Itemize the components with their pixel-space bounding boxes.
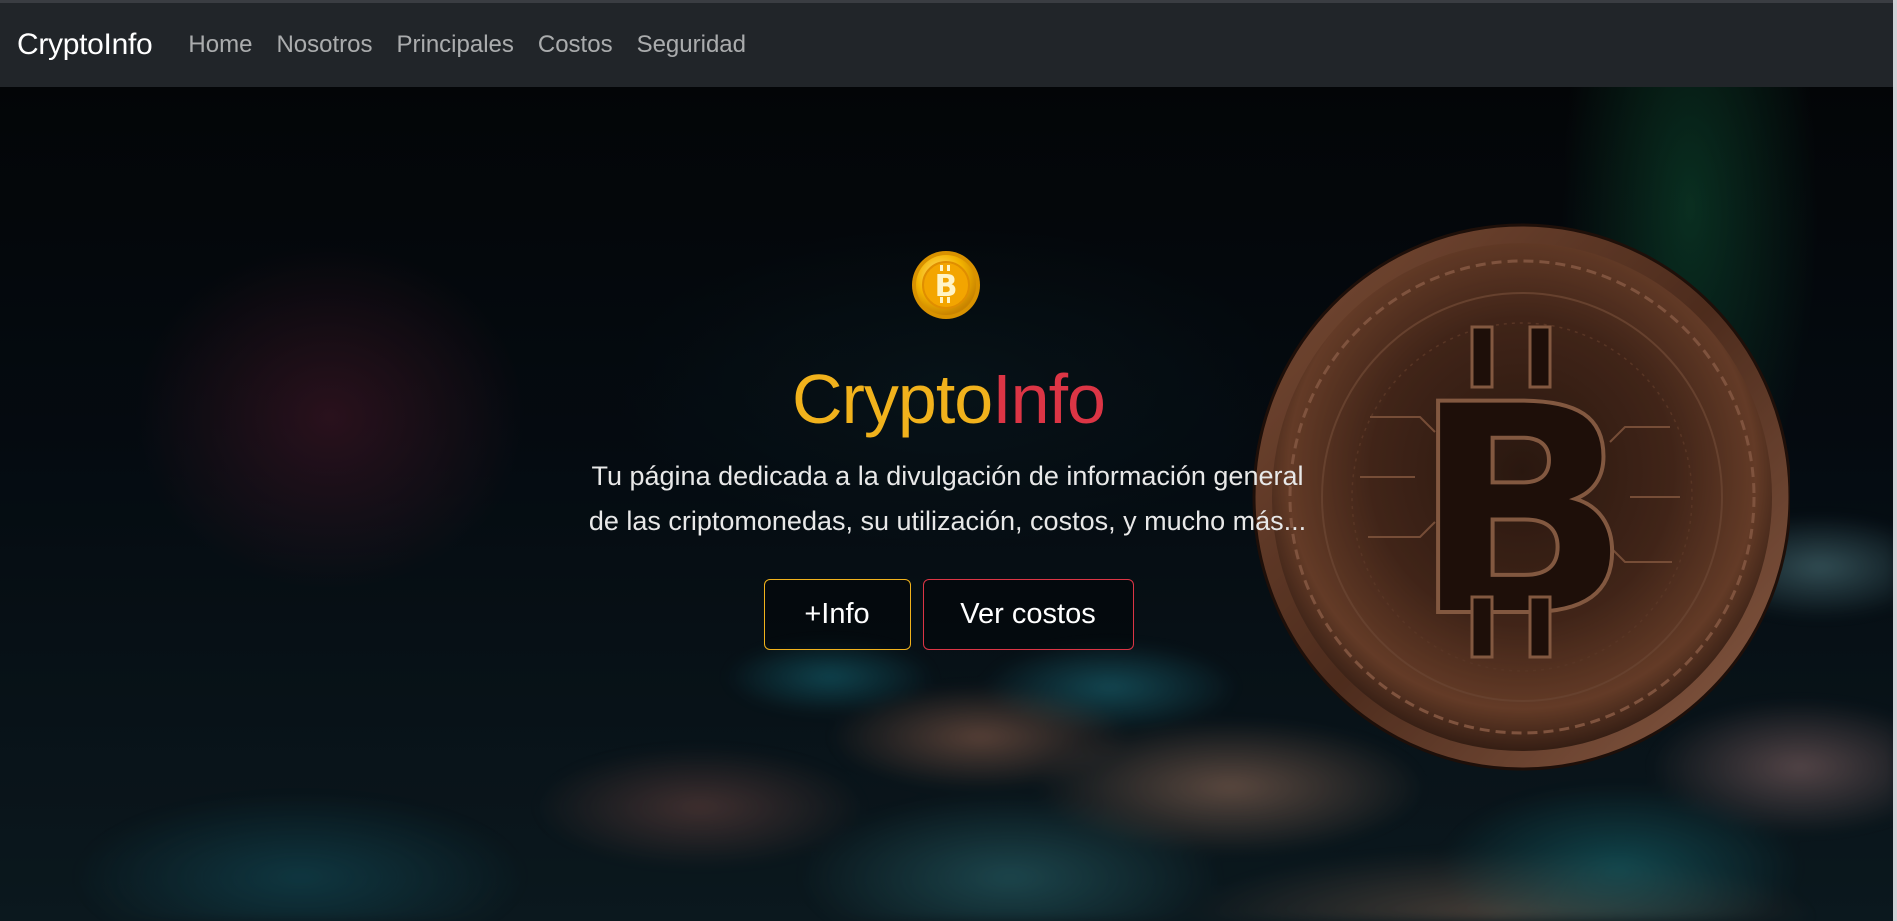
- navbar-brand[interactable]: CryptoInfo: [17, 28, 153, 62]
- view-costs-button[interactable]: Ver costos: [922, 579, 1134, 650]
- hero-title-crypto: Crypto: [792, 360, 993, 438]
- page: CryptoInfo Home Nosotros Principales Cos…: [0, 0, 1897, 921]
- hero-content: B CryptoInfo Tu página dedicada a la div…: [0, 87, 1897, 921]
- bitcoin-coin-icon: B: [912, 251, 980, 319]
- hero-title-info: Info: [992, 360, 1106, 438]
- nav-link-costos[interactable]: Costos: [538, 31, 613, 59]
- hero-description-line2: de las criptomonedas, su utilización, co…: [588, 506, 1307, 536]
- more-info-button[interactable]: +Info: [763, 579, 911, 650]
- nav-link-seguridad[interactable]: Seguridad: [637, 31, 746, 59]
- navbar: CryptoInfo Home Nosotros Principales Cos…: [0, 3, 1897, 87]
- window-scrollbar[interactable]: [1893, 0, 1897, 921]
- svg-text:B: B: [935, 269, 958, 304]
- nav-links: Home Nosotros Principales Costos Segurid…: [188, 31, 770, 59]
- nav-link-nosotros[interactable]: Nosotros: [276, 31, 372, 59]
- nav-link-principales[interactable]: Principales: [396, 31, 513, 59]
- hero-description-line1: Tu página dedicada a la divulgación de i…: [591, 461, 1304, 491]
- hero-buttons: +Info Ver costos: [0, 579, 1897, 650]
- hero-title: CryptoInfo: [0, 359, 1897, 439]
- nav-link-home[interactable]: Home: [188, 31, 252, 59]
- hero-description: Tu página dedicada a la divulgación de i…: [540, 454, 1355, 544]
- hero-section: B B CryptoInfo Tu página dedicada a la d…: [0, 87, 1897, 921]
